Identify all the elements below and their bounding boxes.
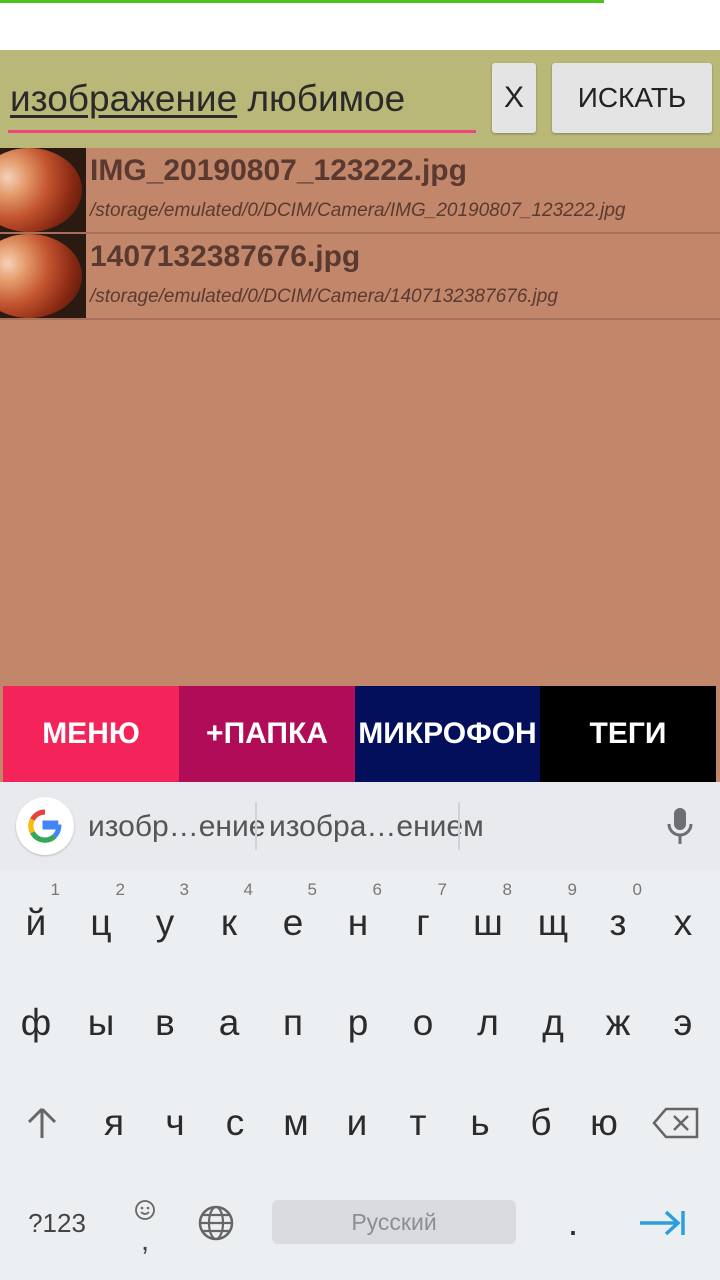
- key-м[interactable]: м: [266, 1088, 326, 1158]
- space-key[interactable]: Русский: [272, 1200, 516, 1244]
- key-ц[interactable]: ц2: [71, 880, 131, 958]
- backspace-key[interactable]: [646, 1088, 706, 1158]
- loading-progress-bar: [0, 0, 604, 3]
- emoji-comma-key[interactable]: ,: [115, 1188, 175, 1258]
- tab-arrow-icon: [640, 1210, 685, 1236]
- key-щ[interactable]: щ9: [523, 880, 583, 958]
- key-п[interactable]: п: [263, 988, 323, 1058]
- list-item[interactable]: 1407132387676.jpg /storage/emulated/0/DC…: [0, 234, 720, 320]
- soft-keyboard: изобр…ение изобра…ением й1 ц2 у3 к4 е5 н…: [0, 782, 720, 1280]
- results-list: IMG_20190807_123222.jpg /storage/emulate…: [0, 148, 720, 320]
- menu-button[interactable]: МЕНЮ: [3, 686, 179, 782]
- key-д[interactable]: д: [523, 988, 583, 1058]
- search-word-1: изображение: [10, 78, 238, 119]
- key-б[interactable]: б: [511, 1088, 571, 1158]
- suggestion-strip: изобр…ение изобра…ением: [0, 782, 720, 870]
- image-thumbnail: [0, 234, 86, 318]
- list-item[interactable]: IMG_20190807_123222.jpg /storage/emulate…: [0, 148, 720, 234]
- globe-icon: [198, 1205, 234, 1241]
- key-ь[interactable]: ь: [450, 1088, 510, 1158]
- key-г[interactable]: г7: [393, 880, 453, 958]
- key-я[interactable]: я: [84, 1088, 144, 1158]
- key-к[interactable]: к4: [199, 880, 259, 958]
- key-с[interactable]: с: [205, 1088, 265, 1158]
- enter-key[interactable]: [632, 1188, 692, 1258]
- key-й[interactable]: й1: [6, 880, 66, 958]
- tags-button[interactable]: ТЕГИ: [540, 686, 716, 782]
- key-л[interactable]: л: [458, 988, 518, 1058]
- microphone-button[interactable]: МИКРОФОН: [355, 686, 540, 782]
- file-path: /storage/emulated/0/DCIM/Camera/14071323…: [90, 286, 558, 307]
- key-а[interactable]: а: [199, 988, 259, 1058]
- key-р[interactable]: р: [328, 988, 388, 1058]
- search-input[interactable]: изображение любимое: [10, 78, 405, 120]
- key-у[interactable]: у3: [135, 880, 195, 958]
- key-е[interactable]: е5: [263, 880, 323, 958]
- suggestion-2[interactable]: изобра…ением: [269, 810, 484, 844]
- file-name: 1407132387676.jpg: [90, 240, 361, 273]
- suggestion-divider: [458, 802, 460, 850]
- search-button[interactable]: ИСКАТЬ: [552, 63, 712, 133]
- symbols-key[interactable]: ?123: [22, 1188, 92, 1258]
- search-header: изображение любимое X ИСКАТЬ: [0, 50, 720, 148]
- action-bar: МЕНЮ +ПАПКА МИКРОФОН ТЕГИ: [3, 686, 716, 782]
- suggestion-divider: [255, 802, 257, 850]
- key-х[interactable]: х: [653, 888, 713, 958]
- key-ы[interactable]: ы: [71, 988, 131, 1058]
- search-input-underline: [8, 130, 476, 133]
- clear-button[interactable]: X: [492, 63, 536, 133]
- search-word-2: любимое: [247, 78, 406, 119]
- file-path: /storage/emulated/0/DCIM/Camera/IMG_2019…: [90, 200, 626, 221]
- key-э[interactable]: э: [653, 988, 713, 1058]
- image-thumbnail: [0, 148, 86, 232]
- key-ч[interactable]: ч: [145, 1088, 205, 1158]
- status-bar: [0, 0, 720, 50]
- key-о[interactable]: о: [393, 988, 453, 1058]
- key-ш[interactable]: ш8: [458, 880, 518, 958]
- key-в[interactable]: в: [135, 988, 195, 1058]
- key-ф[interactable]: ф: [6, 988, 66, 1058]
- language-key[interactable]: [186, 1188, 246, 1258]
- shift-arrow-icon: [27, 1107, 57, 1138]
- key-ю[interactable]: ю: [574, 1088, 634, 1158]
- microphone-icon[interactable]: [664, 806, 696, 846]
- key-и[interactable]: и: [327, 1088, 387, 1158]
- google-icon[interactable]: [16, 797, 74, 855]
- backspace-icon: [652, 1107, 699, 1139]
- shift-key[interactable]: [12, 1088, 72, 1158]
- key-н[interactable]: н6: [328, 880, 388, 958]
- period-key[interactable]: .: [543, 1188, 603, 1258]
- key-ж[interactable]: ж: [588, 988, 648, 1058]
- suggestion-1[interactable]: изобр…ение: [88, 810, 265, 844]
- add-folder-button[interactable]: +ПАПКА: [179, 686, 355, 782]
- key-т[interactable]: т: [388, 1088, 448, 1158]
- file-name: IMG_20190807_123222.jpg: [90, 154, 467, 187]
- key-з[interactable]: з0: [588, 880, 648, 958]
- comma-label: ,: [140, 1224, 150, 1257]
